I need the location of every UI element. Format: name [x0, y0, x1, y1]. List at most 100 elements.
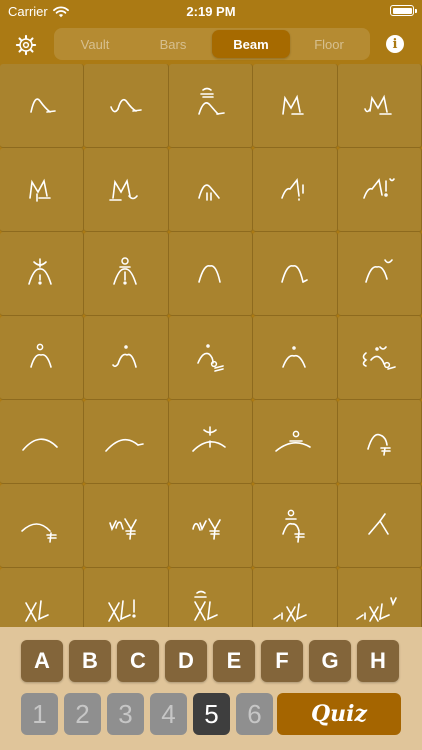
- symbol-glyph-icon: [281, 264, 308, 283]
- answer-keyboard: A B C D E F G H 1 2 3 4 5 6 Quiz: [0, 627, 422, 750]
- tab-bars[interactable]: Bars: [134, 30, 212, 58]
- symbol-cell[interactable]: [0, 400, 85, 484]
- symbol-cell[interactable]: [253, 232, 338, 316]
- quiz-button[interactable]: Quiz: [277, 693, 401, 735]
- symbol-glyph-icon: [282, 345, 306, 368]
- symbol-cell[interactable]: [168, 568, 254, 627]
- symbol-cell[interactable]: [337, 484, 422, 568]
- symbol-glyph-icon: [21, 437, 58, 451]
- symbol-cell[interactable]: [84, 316, 169, 400]
- key-5[interactable]: 5: [193, 693, 230, 735]
- carrier-label: Carrier: [8, 4, 48, 19]
- battery-icon: [390, 5, 417, 16]
- symbol-glyph-icon: [27, 257, 52, 285]
- symbol-glyph-icon: [368, 512, 390, 535]
- symbol-cell[interactable]: [168, 232, 254, 316]
- key-6[interactable]: 6: [236, 693, 273, 735]
- symbol-cell[interactable]: [84, 148, 169, 232]
- symbol-glyph-icon: [364, 94, 393, 115]
- info-icon[interactable]: i: [386, 35, 404, 53]
- symbol-glyph-icon: [273, 602, 307, 622]
- symbol-cell[interactable]: [253, 568, 338, 627]
- symbol-cell[interactable]: [168, 484, 254, 568]
- symbol-cell[interactable]: [0, 568, 85, 627]
- key-1[interactable]: 1: [21, 693, 58, 735]
- symbol-cell[interactable]: [337, 400, 422, 484]
- key-d[interactable]: D: [165, 640, 207, 682]
- key-3[interactable]: 3: [107, 693, 144, 735]
- symbol-grid: [0, 64, 422, 627]
- carrier: Carrier: [8, 4, 69, 19]
- number-keys: 1 2 3 4 5 6: [21, 693, 273, 735]
- letter-keys: A B C D E F G H: [21, 640, 399, 682]
- symbol-glyph-icon: [356, 596, 398, 622]
- key-e[interactable]: E: [213, 640, 255, 682]
- symbol-glyph-icon: [198, 264, 222, 283]
- wifi-icon: [52, 5, 69, 17]
- symbol-cell[interactable]: [84, 484, 169, 568]
- symbol-glyph-icon: [282, 94, 304, 115]
- symbol-cell[interactable]: [168, 64, 254, 148]
- nav-bar: Vault Bars Beam Floor i: [0, 24, 422, 64]
- tab-vault[interactable]: Vault: [56, 30, 134, 58]
- key-b[interactable]: B: [69, 640, 111, 682]
- symbol-cell[interactable]: [84, 64, 169, 148]
- symbol-glyph-icon: [367, 433, 392, 456]
- key-g[interactable]: G: [309, 640, 351, 682]
- symbol-cell[interactable]: [0, 148, 85, 232]
- symbol-glyph-icon: [362, 345, 397, 370]
- symbol-glyph-icon: [363, 177, 396, 199]
- symbol-glyph-icon: [192, 425, 227, 452]
- symbol-glyph-icon: [110, 98, 142, 112]
- symbol-glyph-icon: [20, 522, 57, 543]
- symbol-cell[interactable]: [168, 316, 254, 400]
- symbol-cell[interactable]: [253, 400, 338, 484]
- symbol-cell[interactable]: [337, 316, 422, 400]
- symbol-cell[interactable]: [253, 484, 338, 568]
- symbol-cell[interactable]: [253, 316, 338, 400]
- symbol-glyph-icon: [275, 430, 311, 452]
- symbol-glyph-icon: [282, 509, 305, 543]
- symbol-glyph-icon: [109, 178, 138, 201]
- symbol-glyph-icon: [365, 258, 394, 283]
- symbol-cell[interactable]: [168, 400, 254, 484]
- symbol-cell[interactable]: [253, 148, 338, 232]
- key-c[interactable]: C: [117, 640, 159, 682]
- symbol-glyph-icon: [198, 183, 221, 201]
- symbol-cell[interactable]: [337, 64, 422, 148]
- key-4[interactable]: 4: [150, 693, 187, 735]
- symbol-cell[interactable]: [0, 232, 85, 316]
- symbol-cell[interactable]: [337, 148, 422, 232]
- key-2[interactable]: 2: [64, 693, 101, 735]
- symbol-glyph-icon: [28, 178, 51, 202]
- symbol-cell[interactable]: [337, 232, 422, 316]
- symbol-glyph-icon: [29, 343, 52, 368]
- symbol-cell[interactable]: [253, 64, 338, 148]
- symbol-glyph-icon: [113, 256, 137, 285]
- symbol-glyph-icon: [108, 598, 136, 622]
- symbol-glyph-icon: [192, 517, 222, 540]
- symbol-cell[interactable]: [0, 484, 85, 568]
- tab-floor[interactable]: Floor: [290, 30, 368, 58]
- symbol-glyph-icon: [112, 344, 137, 368]
- symbol-glyph-icon: [29, 97, 56, 113]
- symbol-glyph-icon: [198, 87, 226, 115]
- symbol-cell[interactable]: [84, 568, 169, 627]
- gear-icon[interactable]: [15, 34, 37, 56]
- symbol-glyph-icon: [281, 177, 304, 201]
- tab-beam[interactable]: Beam: [212, 30, 290, 58]
- symbol-glyph-icon: [24, 599, 49, 622]
- key-a[interactable]: A: [21, 640, 63, 682]
- symbol-cell[interactable]: [84, 400, 169, 484]
- apparatus-segmented-control: Vault Bars Beam Floor: [54, 28, 370, 60]
- symbol-cell[interactable]: [168, 148, 254, 232]
- symbol-glyph-icon: [197, 343, 225, 372]
- symbol-cell[interactable]: [0, 64, 85, 148]
- key-h[interactable]: H: [357, 640, 399, 682]
- key-f[interactable]: F: [261, 640, 303, 682]
- symbol-cell[interactable]: [0, 316, 85, 400]
- symbol-glyph-icon: [194, 590, 219, 621]
- symbol-glyph-icon: [105, 438, 144, 452]
- symbol-cell[interactable]: [84, 232, 169, 316]
- symbol-cell[interactable]: [337, 568, 422, 627]
